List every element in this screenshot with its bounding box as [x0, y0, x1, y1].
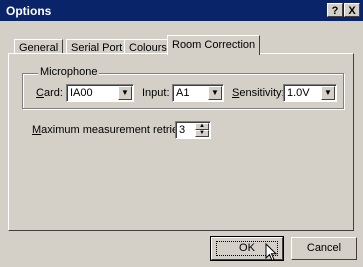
options-dialog: Options ? X General Serial Port Colours …	[0, 0, 363, 267]
chevron-down-icon[interactable]: ▼	[321, 86, 335, 100]
input-label: Input:	[142, 87, 170, 99]
spin-down-icon[interactable]: ▼	[195, 130, 209, 137]
retries-spinner[interactable]: 3 ▲ ▼	[175, 121, 211, 139]
cancel-button[interactable]: Cancel	[291, 237, 357, 260]
close-button[interactable]: X	[344, 3, 360, 17]
retries-label: Maximum measurement retries:	[32, 124, 187, 136]
mouse-cursor-icon	[265, 243, 278, 262]
chevron-down-icon[interactable]: ▼	[208, 86, 222, 100]
card-label: Card:	[36, 87, 63, 99]
retries-value: 3	[179, 124, 186, 136]
title-bar: Options ? X	[0, 0, 363, 21]
microphone-group-label: Microphone	[38, 66, 100, 78]
window-title: Options	[6, 4, 52, 18]
tab-room-correction[interactable]: Room Correction	[167, 35, 261, 55]
cancel-button-label: Cancel	[306, 242, 342, 254]
tab-room-correction-label: Room Correction	[172, 39, 256, 51]
spin-up-icon[interactable]: ▲	[195, 123, 209, 130]
input-select[interactable]: A1 ▼	[172, 84, 224, 102]
help-button[interactable]: ?	[327, 3, 343, 17]
input-select-value: A1	[176, 87, 190, 99]
sensitivity-select[interactable]: 1.0V ▼	[283, 84, 337, 102]
card-select[interactable]: IA00 ▼	[66, 84, 134, 102]
chevron-down-icon[interactable]: ▼	[118, 86, 132, 100]
sensitivity-label: Sensitivity:	[232, 87, 285, 99]
sensitivity-select-value: 1.0V	[287, 87, 310, 99]
card-select-value: IA00	[70, 87, 93, 99]
